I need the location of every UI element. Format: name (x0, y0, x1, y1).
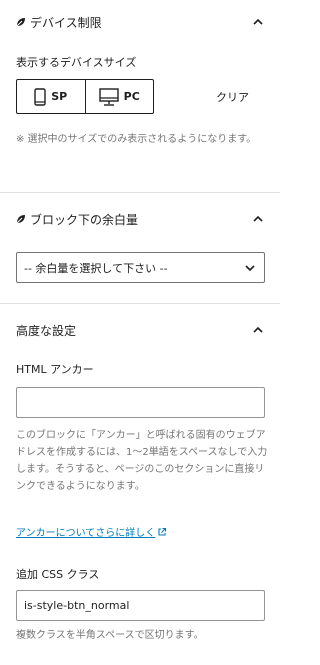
html-anchor-input[interactable] (16, 387, 265, 418)
html-anchor-label: HTML アンカー (16, 363, 94, 376)
advanced-panel: 高度な設定 (0, 308, 280, 352)
device-panel: デバイス制限 (0, 0, 280, 44)
css-class-help: 複数クラスを半角スペースで区切ります。 (16, 630, 204, 641)
css-class-label: 追加 CSS クラス (16, 568, 100, 581)
device-panel-title: デバイス制限 (16, 14, 102, 31)
external-link-icon (158, 527, 167, 536)
device-help-text: ※ 選択中のサイズでのみ表示されるようになります。 (16, 134, 257, 145)
sp-label: SP (51, 90, 68, 103)
advanced-panel-title: 高度な設定 (16, 323, 77, 338)
chevron-up-icon (253, 326, 263, 333)
chevron-up-icon (253, 215, 263, 222)
device-size-toggle-group: SP PC (16, 79, 154, 114)
desktop-icon (98, 87, 119, 106)
anchor-learn-more-link[interactable]: アンカーについてさらに詳しく (16, 524, 155, 539)
css-class-input[interactable] (16, 590, 265, 621)
margin-select-value: -- 余白量を選択して下さい -- (24, 261, 168, 275)
leaf-icon (16, 215, 25, 224)
smartphone-icon (34, 87, 46, 106)
device-panel-toggle[interactable]: デバイス制限 (0, 0, 280, 44)
margin-panel-title: ブロック下の余白量 (16, 211, 138, 228)
device-size-label: 表示するデバイスサイズ (16, 56, 137, 69)
margin-panel-title-text: ブロック下の余白量 (30, 212, 139, 227)
margin-panel-toggle[interactable]: ブロック下の余白量 (0, 197, 280, 241)
pc-label: PC (123, 90, 140, 103)
divider (0, 192, 280, 193)
margin-select[interactable]: -- 余白量を選択して下さい -- (16, 252, 265, 283)
sp-button[interactable]: SP (17, 80, 85, 113)
pc-button[interactable]: PC (84, 80, 154, 113)
device-panel-title-text: デバイス制限 (30, 15, 102, 30)
chevron-down-icon (245, 264, 255, 271)
divider (0, 303, 280, 304)
advanced-panel-toggle[interactable]: 高度な設定 (0, 308, 280, 352)
clear-button[interactable]: クリア (216, 89, 249, 105)
anchor-learn-more[interactable]: アンカーについてさらに詳しく (16, 524, 167, 539)
html-anchor-help: このブロックに「アンカー」と呼ばれる固有のウェブアドレスを作成するには、1〜2単… (16, 430, 268, 492)
chevron-up-icon (253, 18, 263, 25)
margin-panel: ブロック下の余白量 (0, 197, 280, 241)
leaf-icon (16, 18, 25, 27)
